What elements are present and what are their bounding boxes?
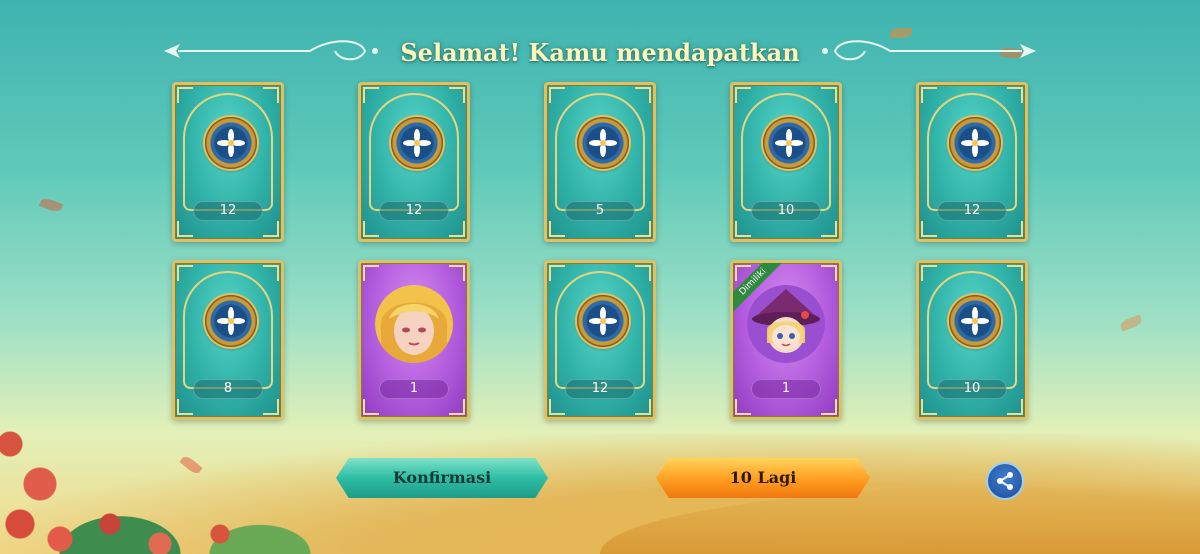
reward-card-hero[interactable]: Dimiliki 1 <box>730 260 842 420</box>
witch-hero-portrait <box>747 285 825 363</box>
reward-card[interactable]: 10 <box>730 82 842 242</box>
falling-leaf <box>179 454 203 476</box>
reward-quantity: 12 <box>193 201 263 221</box>
lily-token-icon <box>577 117 629 169</box>
lily-token-icon <box>949 117 1001 169</box>
reward-card[interactable]: 5 <box>544 82 656 242</box>
lily-token-icon <box>949 295 1001 347</box>
title-ornament-right <box>822 40 1036 61</box>
red-flowers <box>0 404 360 554</box>
reward-quantity: 5 <box>565 201 635 221</box>
reward-card[interactable]: 12 <box>358 82 470 242</box>
share-button[interactable] <box>988 464 1022 498</box>
reward-card[interactable]: 8 <box>172 260 284 420</box>
reward-quantity: 10 <box>937 379 1007 399</box>
reward-card[interactable]: 12 <box>172 82 284 242</box>
draw-ten-more-button[interactable]: 10 Lagi <box>656 458 870 498</box>
reward-card[interactable]: 12 <box>544 260 656 420</box>
reward-card[interactable]: 12 <box>916 82 1028 242</box>
reward-quantity: 1 <box>751 379 821 399</box>
falling-leaf <box>38 196 64 214</box>
reward-quantity: 8 <box>193 379 263 399</box>
share-icon <box>997 472 1013 490</box>
lily-token-icon <box>577 295 629 347</box>
lily-token-icon <box>391 117 443 169</box>
golden-hills <box>0 434 1200 554</box>
confirm-button[interactable]: Konfirmasi <box>336 458 548 498</box>
reward-quantity: 12 <box>565 379 635 399</box>
lily-token-icon <box>205 117 257 169</box>
reward-title-bar: Selamat! Kamu mendapatkan <box>160 30 1040 74</box>
falling-leaf <box>1118 314 1144 332</box>
blonde-hero-portrait <box>375 285 453 363</box>
lily-token-icon <box>205 295 257 347</box>
reward-card[interactable]: 10 <box>916 260 1028 420</box>
reward-quantity: 12 <box>937 201 1007 221</box>
reward-quantity: 10 <box>751 201 821 221</box>
lily-token-icon <box>763 117 815 169</box>
reward-card-hero[interactable]: 1 <box>358 260 470 420</box>
reward-quantity: 1 <box>379 379 449 399</box>
reward-quantity: 12 <box>379 201 449 221</box>
